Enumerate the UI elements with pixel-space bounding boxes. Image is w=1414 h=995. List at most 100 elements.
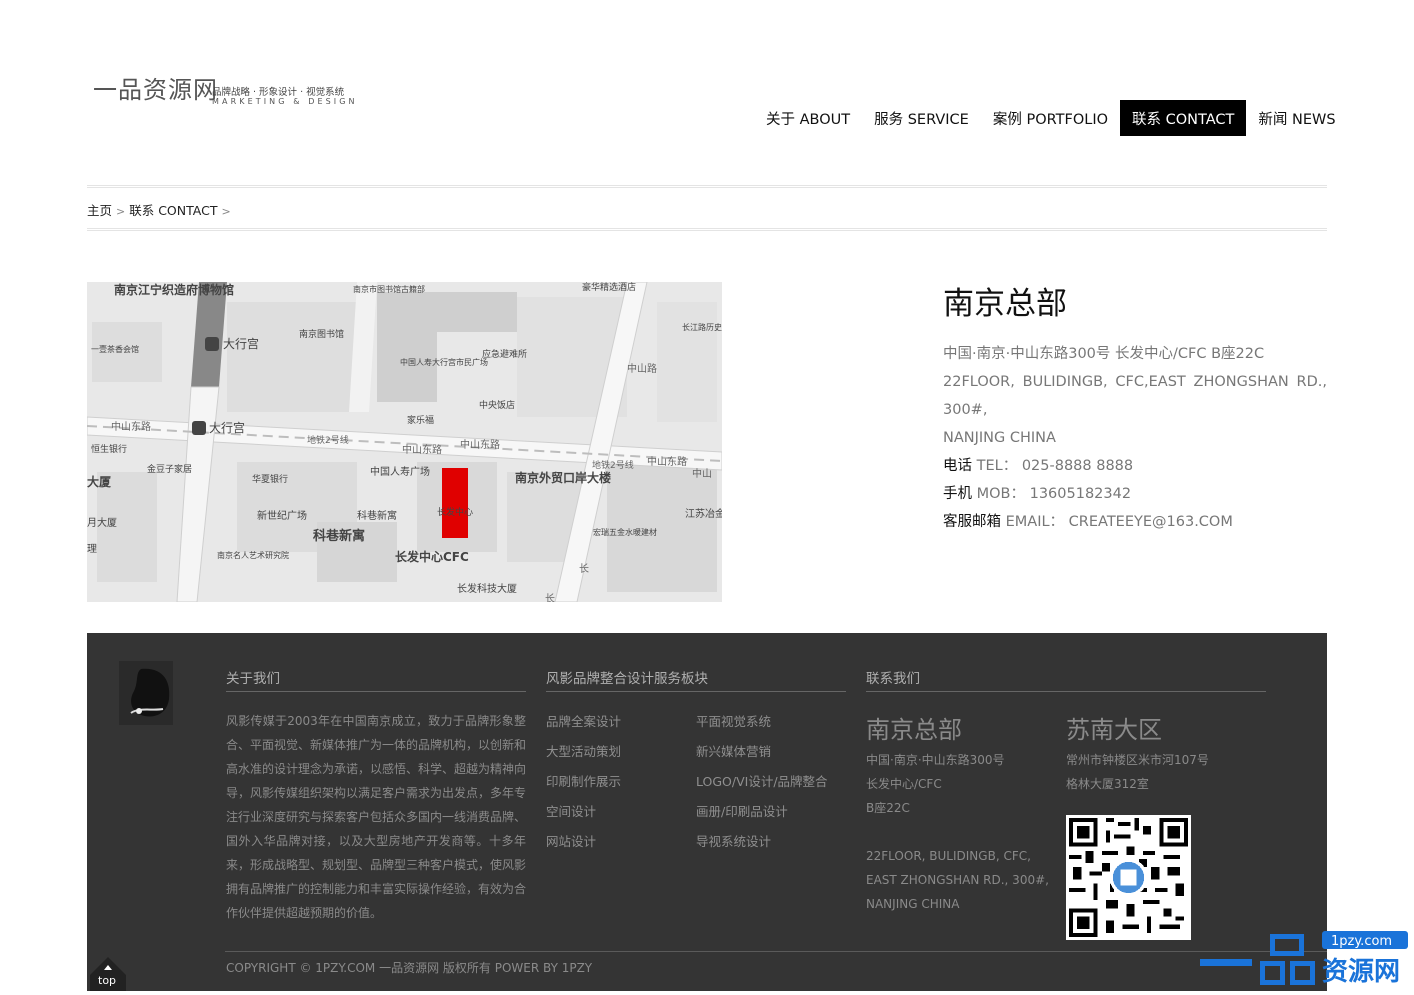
service-link[interactable]: 平面视觉系统 (696, 711, 771, 730)
tel-key: 电话 (943, 458, 972, 474)
map-label: 科巷新寓 (357, 509, 397, 522)
nanjing-title: 南京总部 (866, 716, 962, 744)
logo-tagline: 品牌战略 · 形象设计 · 视觉系统 (212, 87, 345, 98)
service-link[interactable]: 网站设计 (546, 831, 596, 850)
hq-contact: 南京总部 中国·南京·中山东路300号 长发中心/CFC B座22C 22FLO… (943, 284, 1327, 536)
logo-subtitle: MARKETING & DESIGN (212, 97, 358, 106)
nav-news[interactable]: 新闻 NEWS (1246, 100, 1347, 136)
breadcrumb-home[interactable]: 主页 (87, 203, 112, 218)
map-label: 中山东路 (402, 443, 442, 456)
footer-logo-icon (119, 661, 173, 725)
map-label: 宏瑞五金水暖建材 (593, 527, 657, 537)
email-value[interactable]: EMAIL： CREATEEYE@163.COM (1006, 514, 1233, 530)
main-nav: 关于 ABOUT 服务 SERVICE 案例 PORTFOLIO 联系 CONT… (754, 100, 1348, 136)
service-link[interactable]: 导视系统设计 (696, 831, 771, 850)
services-title: 风影品牌整合设计服务板块 (546, 667, 846, 692)
map-label: 地铁2号线 (307, 434, 349, 446)
map-label: 南京外贸口岸大楼 (515, 470, 611, 485)
service-link[interactable]: 空间设计 (546, 801, 596, 820)
sunan-address: 格林大厦312室 (1066, 777, 1149, 791)
service-link[interactable]: 大型活动策划 (546, 741, 621, 760)
map-label: 大厦 (87, 474, 112, 489)
map-label: 中山东路 (111, 420, 151, 433)
map-label: 中国人寿广场 (370, 465, 430, 478)
nav-about[interactable]: 关于 ABOUT (754, 100, 862, 136)
watermark-domain: 1pzy.com (1331, 934, 1392, 949)
mob-value: MOB： 13605182342 (976, 486, 1132, 502)
map-label: 金豆子家居 (147, 463, 192, 475)
hq-address-cn: 中国·南京·中山东路300号 长发中心/CFC B座22C (943, 346, 1265, 362)
hq-address-en: 300#, (943, 402, 988, 418)
nanjing-address: 长发中心/CFC (866, 777, 942, 791)
watermark-logo: 一品 1pzy.com 资源网 (1198, 930, 1414, 991)
divider (87, 228, 1327, 231)
map-label: 一壹茶香会馆 (91, 344, 139, 354)
map-label: 家乐福 (407, 414, 434, 426)
nav-contact[interactable]: 联系 CONTACT (1120, 100, 1247, 136)
map-label: 中山路 (627, 362, 657, 375)
map-label: 长发中心CFC (395, 549, 469, 564)
footer-divider (225, 951, 1327, 952)
map-label: 长江路历史文化街区 (682, 322, 722, 332)
hq-address-en: 22FLOOR, BULIDINGB, CFC,EAST ZHONGSHAN R… (943, 374, 1327, 390)
breadcrumb-current[interactable]: 联系 CONTACT (129, 203, 217, 218)
hq-title: 南京总部 (943, 286, 1067, 322)
contact-title: 联系我们 (866, 667, 1266, 692)
breadcrumb-sep: > (221, 205, 231, 218)
hq-email: 客服邮箱 EMAIL： CREATEEYE@163.COM (943, 508, 1327, 536)
watermark-brand: 资源网 (1322, 957, 1400, 987)
nanjing-address-en: EAST ZHONGSHAN RD., 300#, (866, 873, 1049, 887)
map-label: 中国人寿大行宫市民广场 (400, 357, 488, 367)
service-link[interactable]: 品牌全案设计 (546, 711, 621, 730)
map-label: 长发中心 (437, 506, 473, 518)
about-text: 风影传媒于2003年在中国南京成立，致力于品牌形象整合、平面视觉、新媒体推广为一… (226, 714, 527, 920)
map-label: 大行宫 (209, 420, 245, 435)
service-link[interactable]: LOGO/VI设计/品牌整合 (696, 771, 828, 790)
map-label: 中山 (692, 467, 712, 480)
site-logo[interactable]: 一品资源网 品牌战略 · 形象设计 · 视觉系统 MARKETING & DES… (90, 70, 380, 116)
nanjing-address-en: 22FLOOR, BULIDINGB, CFC, (866, 849, 1031, 863)
service-link[interactable]: 画册/印刷品设计 (696, 801, 788, 820)
nanjing-address: B座22C (866, 801, 910, 815)
map-label: 南京名人艺术研究院 (217, 550, 289, 560)
logo-name: 一品资源网 (93, 76, 218, 104)
nav-portfolio[interactable]: 案例 PORTFOLIO (981, 100, 1120, 136)
map-label: 地铁2号线 (592, 459, 634, 471)
sunan-title: 苏南大区 (1066, 716, 1162, 744)
map-label: 中山东路 (647, 455, 687, 468)
map-label: 恒生银行 (91, 443, 127, 455)
map-label: 华夏银行 (252, 473, 288, 485)
map-label: 月大厦 (87, 516, 117, 529)
map-label: 中山东路 (460, 438, 500, 451)
map-label: 科巷新寓 (313, 528, 365, 544)
map-label: 应急避难所 (482, 348, 527, 360)
map-label: 长 (545, 593, 555, 602)
map-label: 南京江宁织造府博物馆 (114, 282, 234, 297)
map-label: 豪华精选酒店 (582, 282, 636, 293)
map-label: 新世纪广场 (257, 509, 307, 522)
map-label: 大行宫 (223, 336, 259, 351)
hq-tel: 电话 TEL： 025-8888 8888 (943, 452, 1327, 480)
back-to-top-label: top (98, 974, 117, 987)
tel-value: TEL： 025-8888 8888 (976, 458, 1134, 474)
nav-service[interactable]: 服务 SERVICE (862, 100, 981, 136)
nanjing-address-en: NANJING CHINA (866, 897, 960, 911)
back-to-top-button[interactable]: top (90, 957, 126, 991)
hq-address-en: NANJING CHINA (943, 430, 1056, 446)
copyright: COPYRIGHT © 1PZY.COM 一品资源网 版权所有 POWER BY… (226, 961, 593, 975)
nanjing-address: 中国·南京·中山东路300号 (866, 753, 1005, 767)
sunan-address: 常州市钟楼区米市河107号 (1066, 753, 1209, 767)
qr-code-icon (1066, 815, 1191, 940)
map-label: 南京图书馆 (299, 328, 344, 340)
site-footer: 关于我们 风影传媒于2003年在中国南京成立，致力于品牌形象整合、平面视觉、新媒… (87, 633, 1327, 991)
location-map[interactable]: 南京江宁织造府博物馆 南京市图书馆古籍部 豪华精选酒店 大行宫 南京图书馆 长江… (87, 282, 722, 602)
service-link[interactable]: 印刷制作展示 (546, 771, 621, 790)
divider (87, 185, 1327, 188)
hq-mob: 手机 MOB： 13605182342 (943, 480, 1327, 508)
map-label: 江苏冶金 (685, 507, 722, 520)
service-link[interactable]: 新兴媒体营销 (696, 741, 771, 760)
map-label: 长发科技大厦 (457, 582, 517, 595)
about-title: 关于我们 (226, 667, 526, 692)
map-label: 理 (87, 543, 97, 555)
watermark-glyph: 一品 (1199, 930, 1201, 931)
